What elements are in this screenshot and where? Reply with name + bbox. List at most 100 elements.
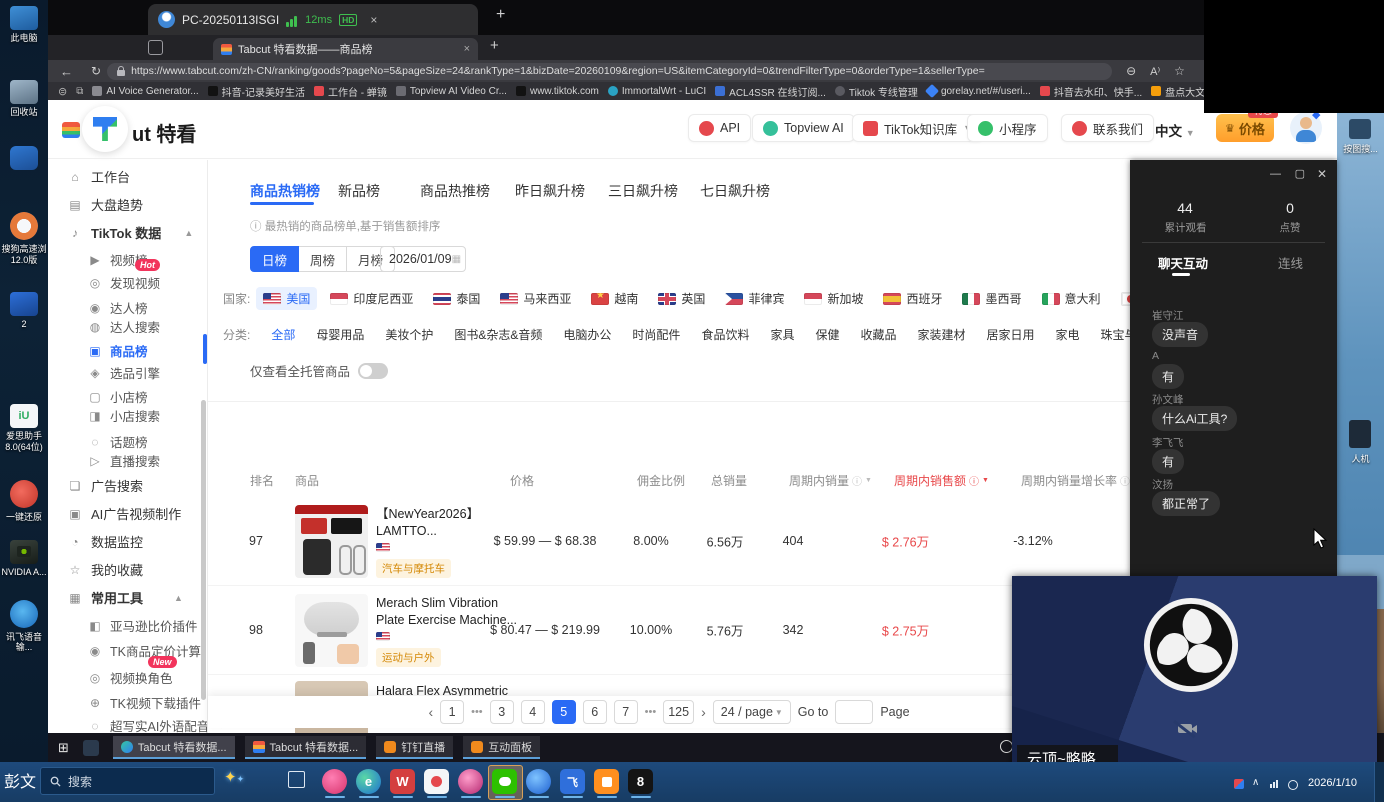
sidebar-item-data-monitor[interactable]: ◔数据监控: [68, 532, 143, 551]
sidebar-item-creator-search[interactable]: ◍达人搜索: [88, 317, 160, 336]
tab-actions-icon[interactable]: [148, 40, 163, 55]
country-es[interactable]: 西班牙: [876, 287, 949, 310]
brand-logo[interactable]: [82, 106, 128, 152]
tab-3day-rise[interactable]: 三日飙升榜: [608, 181, 678, 201]
sidebar-item-shop-search[interactable]: ◨小店搜索: [88, 406, 160, 425]
country-mx[interactable]: 墨西哥: [955, 287, 1028, 310]
zoom-out-icon[interactable]: ⊖: [1126, 64, 1136, 78]
sidebar-scrollbar[interactable]: [201, 400, 206, 700]
read-aloud-icon[interactable]: A⁾: [1150, 65, 1160, 78]
nav-api-button[interactable]: API: [688, 114, 751, 142]
docs-app-icon[interactable]: 飞: [560, 769, 585, 794]
game-app-icon[interactable]: 8: [628, 769, 653, 794]
sidebar-item-pricing-calc[interactable]: ◉TK商品定价计算: [88, 641, 201, 660]
recycle-bin-icon[interactable]: [10, 80, 38, 104]
chat-message[interactable]: 都正常了: [1152, 491, 1220, 516]
product-image[interactable]: [295, 505, 368, 578]
chat-message[interactable]: 什么Ai工具?: [1152, 406, 1237, 431]
nvidia-icon[interactable]: [10, 540, 38, 564]
language-selector[interactable]: 中文 ▼: [1155, 120, 1195, 140]
nav-topview-button[interactable]: Topview AI: [752, 114, 855, 142]
recorder-app-icon[interactable]: [594, 769, 619, 794]
page-ellipsis[interactable]: •••: [645, 706, 657, 718]
sidebar-item-workbench[interactable]: ⌂工作台: [68, 167, 130, 186]
period-weekly[interactable]: 周榜: [299, 246, 347, 272]
bookmark-item[interactable]: www.tiktok.com: [516, 86, 599, 97]
copilot-sparkle-icon[interactable]: ✦✦: [224, 768, 244, 786]
col-growth[interactable]: 周期内销量增长率ⓘ▼: [1021, 472, 1140, 489]
category-item[interactable]: 美妆个护: [385, 326, 433, 343]
sidebar-toggle-icon[interactable]: ⊜: [58, 85, 67, 98]
sidebar-item-video-download[interactable]: ⊕TK视频下载插件: [88, 693, 201, 712]
sidebar-item-shop-rank[interactable]: ▢小店榜: [88, 387, 148, 406]
category-item[interactable]: 家具: [770, 326, 794, 343]
country-us[interactable]: 美国: [256, 287, 317, 310]
iflytek-input-icon[interactable]: [10, 600, 38, 628]
bookmark-item[interactable]: AI Voice Generator...: [92, 86, 198, 97]
col-period-sales[interactable]: 周期内销量ⓘ▼: [789, 472, 872, 489]
tab-hot-push[interactable]: 商品热推榜: [420, 181, 490, 201]
back-icon[interactable]: ←: [60, 64, 73, 79]
bookmark-item[interactable]: 抖音-记录美好生活: [208, 84, 305, 99]
country-my[interactable]: 马来西亚: [493, 287, 578, 310]
category-item[interactable]: 收藏品: [860, 326, 896, 343]
remote-task-dingtalk-live[interactable]: 钉钉直播: [376, 736, 453, 759]
minimize-icon[interactable]: —: [1270, 168, 1281, 180]
category-item[interactable]: 保健: [815, 326, 839, 343]
maximize-icon[interactable]: ▢: [1295, 167, 1305, 180]
new-session-tab-icon[interactable]: +: [496, 6, 505, 24]
bookmark-item[interactable]: Topview AI Video Cr...: [396, 86, 507, 97]
country-gb[interactable]: 英国: [651, 287, 712, 310]
category-item[interactable]: 食品饮料: [701, 326, 749, 343]
remote-task-edge-tabcut[interactable]: Tabcut 特看数据...: [113, 736, 235, 759]
page-6[interactable]: 6: [583, 700, 607, 724]
sidebar-item-ad-search[interactable]: ❏广告搜索: [68, 476, 143, 495]
host-search-box[interactable]: 搜索: [40, 767, 215, 795]
blue-app-icon[interactable]: [10, 146, 38, 170]
volume-icon[interactable]: [1288, 780, 1298, 790]
remote-task-interactive-panel[interactable]: 互动面板: [463, 736, 540, 759]
country-it[interactable]: 意大利: [1035, 287, 1108, 310]
category-item[interactable]: 母婴用品: [316, 326, 364, 343]
remote-start-icon[interactable]: ⊞: [58, 740, 69, 756]
next-page-icon[interactable]: ›: [701, 704, 706, 720]
chat-message[interactable]: 有: [1152, 364, 1184, 389]
tab-yesterday-rise[interactable]: 昨日飙升榜: [515, 181, 585, 201]
category-item[interactable]: 时尚配件: [632, 326, 680, 343]
sogou-browser-icon[interactable]: [10, 212, 38, 240]
edge-browser-icon[interactable]: e: [356, 769, 381, 794]
favorite-star-icon[interactable]: ☆: [1174, 64, 1185, 78]
close-tab-icon[interactable]: ×: [464, 43, 470, 55]
col-period-amount[interactable]: 周期内销售额ⓘ▼: [894, 472, 989, 489]
task-view-icon[interactable]: [288, 771, 305, 788]
country-id[interactable]: 印度尼西亚: [323, 287, 420, 310]
nav-miniprogram-button[interactable]: 小程序: [967, 114, 1048, 142]
tab-connect[interactable]: 连线: [1278, 253, 1303, 272]
tray-expand-icon[interactable]: ∧: [1252, 777, 1259, 788]
address-bar[interactable]: https://www.tabcut.com/zh-CN/ranking/goo…: [107, 63, 1112, 80]
browser-tab[interactable]: Tabcut 特看数据——商品榜 ×: [213, 38, 478, 60]
remote-desktop-icon[interactable]: [1349, 420, 1371, 448]
close-icon[interactable]: ✕: [1317, 167, 1327, 181]
bookmark-item[interactable]: ACL4SSR 在线订阅...: [715, 84, 826, 99]
close-session-tab-icon[interactable]: ×: [370, 13, 377, 27]
page-ellipsis[interactable]: •••: [471, 706, 483, 718]
sort-caret-icon[interactable]: ▼: [865, 477, 872, 484]
remote-desktop-icon[interactable]: [1349, 119, 1371, 139]
chat-message[interactable]: 没声音: [1152, 322, 1208, 347]
sidebar-item-creator-rank[interactable]: ◉达人榜: [88, 298, 148, 317]
sidebar-item-discover-video[interactable]: ◎发现视频: [88, 273, 160, 292]
assistant-app-icon[interactable]: [424, 769, 449, 794]
bookmark-item[interactable]: gorelay.net/#/useri...: [927, 86, 1031, 97]
network-icon[interactable]: [1270, 780, 1278, 788]
prev-page-icon[interactable]: ‹: [428, 704, 433, 720]
sidebar-item-ai-ad-video[interactable]: ▣AI广告视频制作: [68, 504, 181, 523]
media-app-icon[interactable]: [458, 769, 483, 794]
category-all[interactable]: 全部: [271, 326, 295, 343]
table-row[interactable]: 98 Merach Slim VibrationPlate Exercise M…: [208, 586, 1130, 675]
tab-7day-rise[interactable]: 七日飙升榜: [700, 181, 770, 201]
numbered-icon[interactable]: [10, 292, 38, 316]
sidebar-group-tiktok-data[interactable]: ♪TikTok 数据▲: [68, 223, 193, 242]
category-item[interactable]: 家装建材: [918, 326, 966, 343]
category-item[interactable]: 图书&杂志&音频: [454, 326, 542, 343]
